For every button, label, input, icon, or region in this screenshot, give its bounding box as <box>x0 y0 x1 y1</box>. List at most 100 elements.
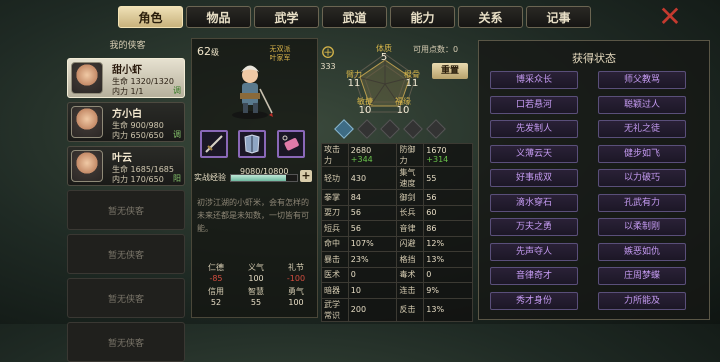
table-row: 武学常识 200 反击 13% <box>321 297 473 322</box>
gem-slot-icon[interactable] <box>357 119 377 139</box>
table-row: 医术 0 毒术 0 <box>321 266 473 283</box>
close-icon[interactable]: ✕ <box>657 3 683 31</box>
stat-name: 连击 <box>396 282 425 299</box>
stat-value: 86 <box>423 220 473 237</box>
gem-slot-icon[interactable] <box>334 119 354 139</box>
status-panel-title: 获得状态 <box>572 52 616 65</box>
table-row: 暗器 10 连击 9% <box>321 282 473 299</box>
table-row: 耍刀 56 长兵 60 <box>321 204 473 221</box>
attr-fuyuan: 福缘 10 <box>395 97 411 116</box>
table-row: 暴击 23% 格挡 13% <box>321 251 473 268</box>
add-exp-button[interactable]: + <box>300 170 312 182</box>
tab-1[interactable]: 物品 <box>186 6 251 28</box>
status-skill[interactable]: 好事成双 <box>490 169 578 187</box>
level-label: 62级 <box>197 45 219 58</box>
tab-0[interactable]: 角色 <box>118 6 183 28</box>
rank-mark-value: 333 <box>320 62 336 71</box>
status-skill[interactable]: 音律奇才 <box>490 267 578 285</box>
stat-value: 430 <box>347 166 398 190</box>
stat-name: 攻击力 <box>321 143 349 167</box>
stat-name: 命中 <box>321 235 349 252</box>
character-description: 初涉江湖的小虾米，会有怎样的未来还都是未知数，一切皆有可能。 <box>197 198 309 233</box>
empty-hero-slot: 暂无侠客 <box>67 190 185 230</box>
stat-value: 13% <box>423 297 473 322</box>
empty-hero-slot: 暂无侠客 <box>67 278 185 318</box>
tab-6[interactable]: 记事 <box>526 6 591 28</box>
tab-4[interactable]: 能力 <box>390 6 455 28</box>
status-skill[interactable]: 以柔制刚 <box>598 218 686 236</box>
stat-name: 防御力 <box>396 143 425 167</box>
stat-name: 短兵 <box>321 220 349 237</box>
stat-value: 56 <box>347 220 398 237</box>
stat-value: 1670 +314 <box>423 143 473 167</box>
empty-hero-slot: 暂无侠客 <box>67 322 185 362</box>
status-skill[interactable]: 健步如飞 <box>598 144 686 163</box>
tab-3[interactable]: 武道 <box>322 6 387 28</box>
table-row: 攻击力 2680 +344 防御力 1670 +314 <box>321 143 473 167</box>
hero-name: 方小白 <box>112 109 142 120</box>
attr-biili: 臂力 11 <box>346 70 362 89</box>
stat-value: 13% <box>423 251 473 268</box>
armor-slot-icon[interactable] <box>238 130 266 158</box>
stat-value: 23% <box>347 251 398 268</box>
stat-name: 长兵 <box>396 204 425 221</box>
tab-5[interactable]: 关系 <box>458 6 523 28</box>
status-skill[interactable]: 力所能及 <box>598 291 686 310</box>
status-skill[interactable]: 口若悬河 <box>490 95 578 114</box>
hero-mp: 内力 650/650 <box>112 131 164 140</box>
stat-value: 84 <box>347 189 398 206</box>
hero-card[interactable]: 方小白 生命 900/980 内力 650/650 调 <box>67 102 185 142</box>
virtue-stat: 信用 52 <box>208 287 224 307</box>
weapon-slot-icon[interactable] <box>200 130 228 158</box>
character-sprite <box>232 65 273 119</box>
attr-minjie: 敏捷 10 <box>357 97 373 116</box>
gem-slot-icon[interactable] <box>403 119 423 139</box>
gem-slot-icon[interactable] <box>426 119 446 139</box>
virtue-stat: 勇气 100 <box>288 287 304 307</box>
hero-mp: 内力 1/1 <box>112 87 144 96</box>
hero-name: 甜小虾 <box>112 65 142 76</box>
stat-name: 武学常识 <box>321 297 349 322</box>
avatar <box>71 150 103 182</box>
hero-name: 叶云 <box>112 153 132 164</box>
empty-hero-slot: 暂无侠客 <box>67 234 185 274</box>
status-skill[interactable]: 庄周梦蝶 <box>598 267 686 285</box>
status-skill[interactable]: 聪颖过人 <box>598 95 686 114</box>
stat-name: 格挡 <box>396 251 425 268</box>
status-skill[interactable]: 孔武有力 <box>598 193 686 212</box>
status-skill[interactable]: 无礼之徒 <box>598 120 686 138</box>
status-skill[interactable]: 师父教骂 <box>598 71 686 89</box>
gem-slot-icon[interactable] <box>380 119 400 139</box>
attr-gengu: 根骨 11 <box>404 70 420 89</box>
exp-bar-fill <box>231 175 287 181</box>
stat-name: 音律 <box>396 220 425 237</box>
status-skill[interactable]: 万夫之勇 <box>490 218 578 236</box>
stat-value: 56 <box>347 204 398 221</box>
hero-card[interactable]: 叶云 生命 1685/1685 内力 170/650 阳 <box>67 146 185 186</box>
tab-2[interactable]: 武学 <box>254 6 319 28</box>
status-skill[interactable]: 博采众长 <box>490 71 578 89</box>
virtue-stat: 仁德 -85 <box>208 263 224 283</box>
stat-value: 2680 +344 <box>347 143 398 167</box>
stat-value: 60 <box>423 204 473 221</box>
status-skill[interactable]: 秀才身份 <box>490 291 578 310</box>
status-skill[interactable]: 滴水穿石 <box>490 193 578 212</box>
reset-button[interactable]: 重置 <box>432 63 468 79</box>
stat-name: 集气速度 <box>396 166 425 190</box>
accessory-slot-icon[interactable] <box>277 130 305 158</box>
hero-card[interactable]: 甜小虾 生命 1320/1320 内力 1/1 调 <box>67 58 185 98</box>
rank-mark: 333 <box>317 46 339 71</box>
status-skill[interactable]: 义薄云天 <box>490 144 578 163</box>
stat-name: 耍刀 <box>321 204 349 221</box>
table-row: 短兵 56 音律 86 <box>321 220 473 237</box>
status-skill[interactable]: 先声夺人 <box>490 242 578 261</box>
hero-list-title: 我的侠客 <box>109 41 146 51</box>
table-row: 命中 107% 闪避 12% <box>321 235 473 252</box>
hero-tag: 阳 <box>173 174 181 183</box>
hero-mp: 内力 170/650 <box>112 175 164 184</box>
avatar <box>71 106 103 138</box>
status-skill[interactable]: 嫉恶如仇 <box>598 242 686 261</box>
status-skill[interactable]: 先发制人 <box>490 120 578 138</box>
stat-value: 10 <box>347 282 398 299</box>
status-skill[interactable]: 以力破巧 <box>598 169 686 187</box>
